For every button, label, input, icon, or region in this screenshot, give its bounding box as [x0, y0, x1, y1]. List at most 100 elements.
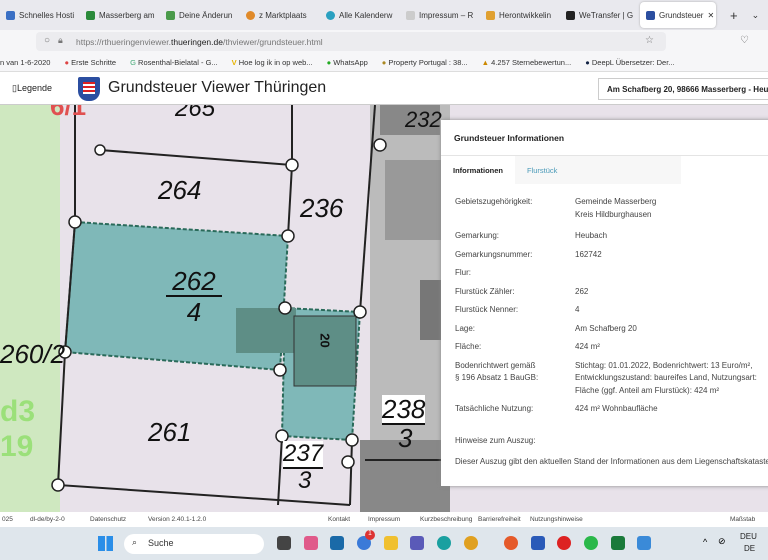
hint-title: Hinweise zum Auszug: — [455, 435, 536, 445]
network-icon[interactable]: ⊘ — [718, 536, 726, 547]
tab-label: Deine Änderun — [179, 10, 233, 20]
address-search-input[interactable]: Am Schafberg 20, 98666 Masserberg - Heub… — [598, 78, 768, 100]
browser-tab[interactable]: Schnelles Hosti — [0, 10, 80, 20]
info-row: Gemarkung: Heubach — [441, 230, 768, 243]
district-label: d3 — [0, 395, 36, 428]
scale-label: Maßstab — [730, 516, 756, 523]
parcel-label: 236 — [300, 193, 344, 223]
info-key: Gebietszugehörigkeit: — [455, 197, 533, 206]
accessibility-link[interactable]: Barrierefreiheit — [478, 516, 521, 523]
info-value: Stichtag: 01.01.2022, Bodenrichtwert: 13… — [575, 360, 753, 370]
bookmark-label: Erste Schritte — [71, 57, 117, 67]
footer: 025 dl-de/by-2-0 Datenschutz Version 2.4… — [0, 512, 768, 527]
info-value: 262 — [575, 286, 589, 296]
photos-icon[interactable] — [637, 536, 651, 550]
info-row: Tatsächliche Nutzung: 424 m² Wohnbaufläch… — [441, 403, 768, 416]
tab-flurstueck[interactable]: Flurstück — [515, 156, 569, 184]
info-value: 162742 — [575, 249, 602, 259]
teams-icon[interactable] — [410, 536, 424, 550]
building — [385, 160, 445, 240]
tab-label: WeTransfer | G — [579, 10, 634, 20]
firefox-icon[interactable] — [504, 536, 518, 550]
bookmark-icon: ● — [64, 57, 69, 67]
app-icon[interactable]: 1 — [357, 530, 375, 550]
bookmark[interactable]: ● Erste Schritte — [64, 58, 116, 67]
hint-text: Dieser Auszug gibt den aktuellen Stand d… — [455, 456, 768, 466]
browser-tab[interactable]: WeTransfer | G — [560, 10, 640, 20]
building-main — [236, 308, 296, 353]
browser-tab[interactable]: Impressum – R — [400, 10, 480, 20]
browser-tab[interactable]: Deine Änderun — [160, 10, 240, 20]
language-indicator[interactable]: DEU — [740, 532, 757, 541]
bookmark[interactable]: G Rosenthal-Bielatal - G... — [130, 58, 218, 67]
info-row: Lage: Am Schafberg 20 — [441, 323, 768, 336]
parcel-label: 260/2 — [0, 339, 66, 369]
bookmark[interactable]: ● DeepL Übersetzer: Der... — [585, 58, 674, 67]
windows-start-icon[interactable] — [98, 536, 113, 551]
browser-tab[interactable]: Herontwikkelin — [480, 10, 560, 20]
favicon-icon — [166, 10, 175, 20]
info-value: 424 m² — [575, 342, 600, 351]
app-icon[interactable] — [304, 536, 318, 550]
tab-label: Impressum – R — [419, 10, 474, 20]
explorer-icon[interactable] — [384, 536, 398, 550]
bookmark[interactable]: ● Property Portugal : 38... — [382, 58, 468, 67]
close-icon[interactable]: ✕ — [707, 11, 714, 20]
info-value: Gemeinde Masserberg — [575, 197, 657, 206]
browser-tab[interactable]: z Marktplaats — [240, 10, 320, 20]
license-link[interactable]: dl-de/by-2-0 — [30, 516, 65, 523]
tab-label: Masserberg am — [99, 10, 155, 20]
favicon-icon — [486, 10, 495, 20]
info-key: § 196 Absatz 1 BauGB: — [455, 373, 539, 382]
edge-icon[interactable] — [437, 536, 451, 550]
opera-icon[interactable] — [557, 536, 571, 550]
browser-tab[interactable]: Masserberg am — [80, 10, 160, 20]
bookmark[interactable]: V Hoe log ik in op web... — [232, 58, 313, 67]
word-icon[interactable] — [531, 536, 545, 550]
favicon-icon — [646, 10, 655, 20]
chevron-down-icon[interactable]: ⌄ — [752, 10, 760, 21]
browser-tab-active[interactable]: Grundsteuer ✕ — [640, 2, 716, 28]
bookmark[interactable]: ▲ 4.257 Sternebewertun... — [482, 58, 572, 67]
info-value: Kreis Hildburghausen — [575, 209, 652, 219]
building-20 — [293, 315, 357, 387]
bookmark-label: Property Portugal : 38... — [388, 57, 468, 67]
parcel-label: 4 — [186, 297, 202, 327]
keyboard-indicator[interactable]: DE — [744, 544, 755, 553]
tab-label: Grundsteuer — [659, 10, 704, 20]
url-field[interactable]: ○ 🔒︎ https://rthueringenviewer.thueringe… — [36, 32, 666, 51]
whatsapp-icon[interactable] — [584, 536, 598, 550]
taskview-icon[interactable] — [277, 536, 291, 550]
privacy-link[interactable]: Datenschutz — [90, 516, 126, 523]
new-tab-icon[interactable]: + — [730, 8, 738, 23]
info-value: Fläche (ggf. Anteil am Flurstück): 424 m… — [575, 385, 720, 395]
bookmark[interactable]: ● WhatsApp — [327, 58, 368, 67]
legend-label: Legende — [16, 83, 52, 93]
info-value: Entwicklungszustand: baureifes Land, Nut… — [575, 373, 757, 382]
bookmark[interactable]: n van 1-6-2020 — [0, 58, 50, 67]
store-icon[interactable] — [330, 536, 344, 550]
chrome-icon[interactable] — [464, 536, 478, 550]
pocket-icon[interactable]: ♡ — [740, 35, 749, 46]
info-value: Heubach — [575, 231, 608, 240]
info-key: Lage: — [455, 323, 476, 333]
bookmark-icon: ● — [381, 57, 387, 67]
usage-link[interactable]: Nutzungshinweise — [530, 516, 583, 523]
taskbar-search[interactable]: ⌕ Suche — [124, 534, 264, 554]
contact-link[interactable]: Kontakt — [328, 516, 350, 523]
thueringen-logo — [78, 77, 100, 101]
imprint-link[interactable]: Impressum — [368, 516, 400, 523]
legend-button[interactable]: ▯Legende — [12, 83, 52, 94]
description-link[interactable]: Kurzbeschreibung — [420, 516, 472, 523]
taskbar: ⌕ Suche 1 ^ ⊘ DEU DE — [0, 527, 768, 560]
search-label: Suche — [148, 538, 174, 548]
star-icon[interactable]: ☆ — [645, 35, 654, 46]
excel-icon[interactable] — [611, 536, 625, 550]
bookmark-icon: ▲ — [481, 57, 490, 67]
tab-label: z Marktplaats — [259, 10, 307, 20]
chevron-up-icon[interactable]: ^ — [703, 537, 707, 547]
browser-tab[interactable]: Alle Kalenderw — [320, 10, 400, 20]
info-row: Fläche: 424 m² — [441, 341, 768, 354]
info-key: Gemarkung: — [455, 231, 500, 240]
tab-informationen[interactable]: Informationen — [441, 156, 515, 184]
